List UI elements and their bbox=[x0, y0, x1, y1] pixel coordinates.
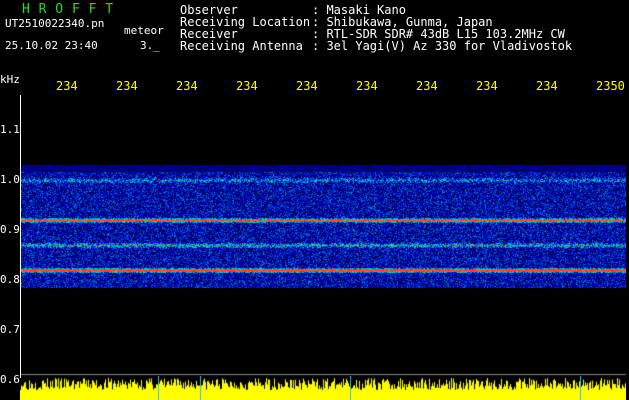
y-tick-label: 0.9 bbox=[0, 223, 20, 236]
mode-indicator: 3._ bbox=[140, 39, 160, 52]
y-tick-label: 0.8 bbox=[0, 273, 20, 286]
field-key-antenna: Receiving Antenna bbox=[180, 39, 303, 53]
plot-left-border bbox=[20, 95, 21, 378]
y-axis-unit-label: kHz bbox=[0, 73, 20, 86]
amplitude-strip bbox=[20, 376, 626, 400]
spectrogram-plot bbox=[20, 95, 626, 378]
x-tick-label: 234 bbox=[56, 79, 78, 93]
y-tick-label: 0.7 bbox=[0, 323, 20, 336]
meteor-label: meteor bbox=[124, 24, 164, 37]
x-tick-label: 234 bbox=[536, 79, 558, 93]
x-tick-label: 234 bbox=[296, 79, 318, 93]
y-tick-label: 1.0 bbox=[0, 173, 20, 186]
x-tick-label: 234 bbox=[236, 79, 258, 93]
x-tick-label: 234 bbox=[176, 79, 198, 93]
x-tick-label: 234 bbox=[116, 79, 138, 93]
x-tick-label: 234 bbox=[416, 79, 438, 93]
y-tick-label: 1.1 bbox=[0, 123, 20, 136]
x-tick-label: 234 bbox=[356, 79, 378, 93]
y-tick-label: 0.6 bbox=[0, 373, 20, 386]
timestamp: 25.10.02 23:40 bbox=[5, 39, 98, 52]
file-name: UT2510022340.pn bbox=[5, 17, 105, 30]
hrofft-logo: H R O F F T bbox=[22, 2, 114, 17]
x-tick-label: 234 bbox=[476, 79, 498, 93]
field-value-antenna: : 3el Yagi(V) Az 330 for Vladivostok bbox=[312, 39, 573, 53]
x-tick-label: 2350 bbox=[596, 79, 625, 93]
